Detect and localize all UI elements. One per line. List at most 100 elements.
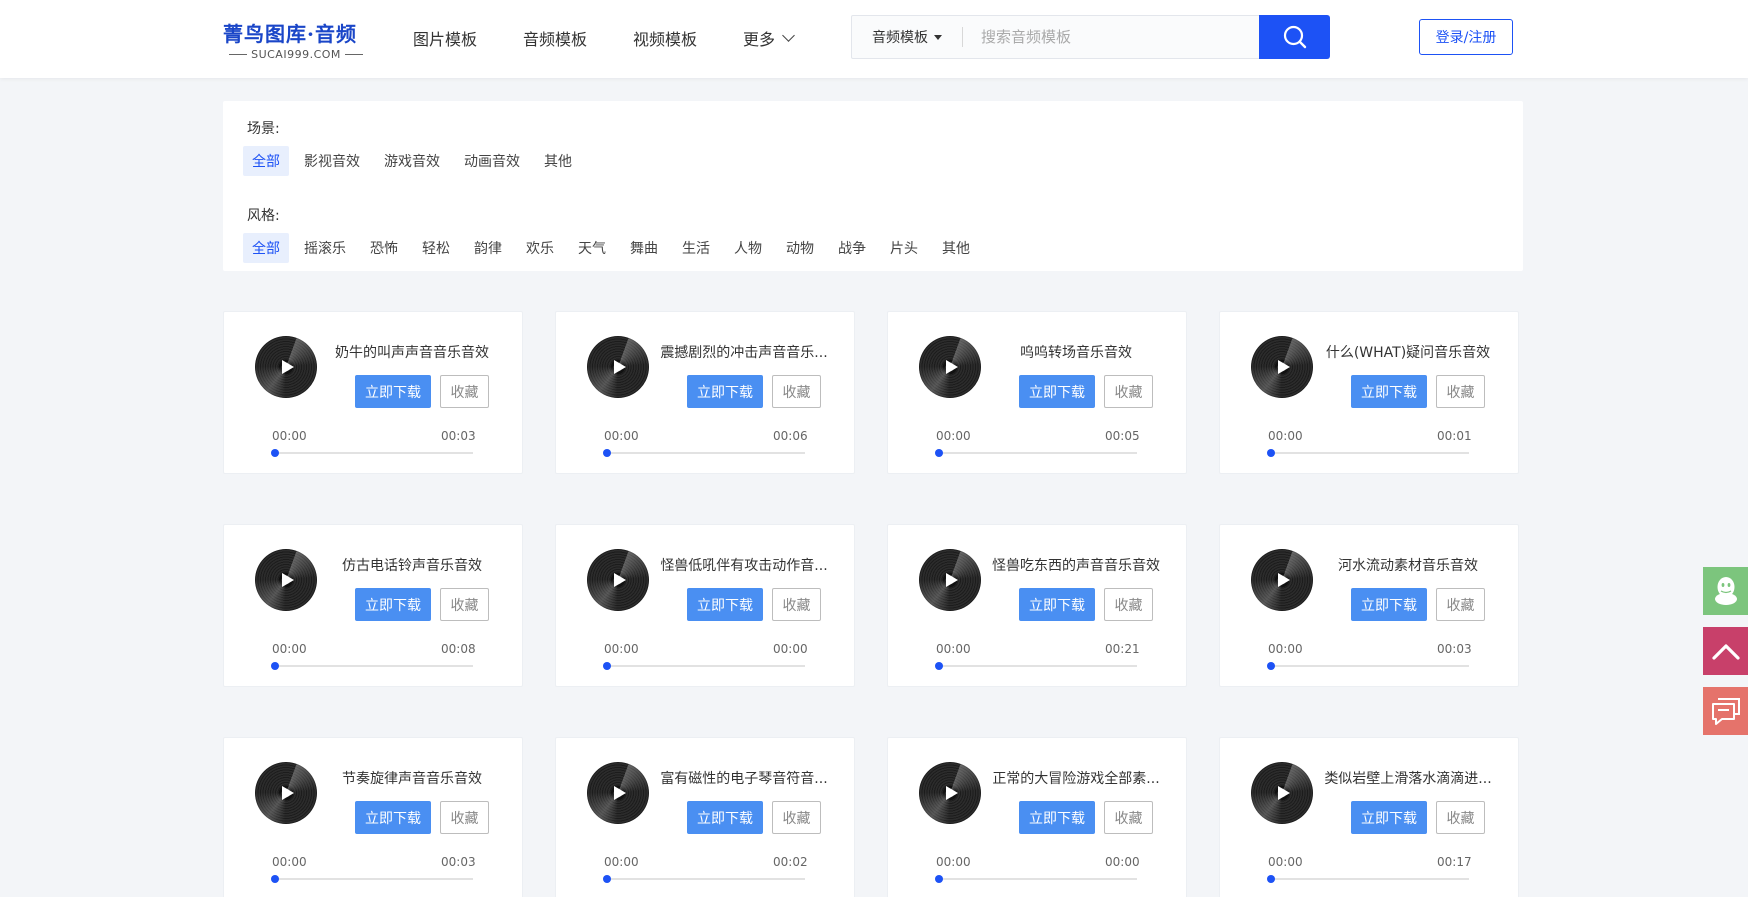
download-button[interactable]: 立即下载 — [1019, 801, 1095, 834]
style-tag-horror[interactable]: 恐怖 — [361, 233, 407, 263]
progress-knob[interactable] — [1267, 875, 1275, 883]
scene-tag-all[interactable]: 全部 — [243, 146, 289, 176]
progress-track[interactable] — [935, 662, 1137, 670]
audio-title[interactable]: 奶牛的叫声声音音乐音效 — [326, 342, 498, 362]
progress-knob[interactable] — [271, 875, 279, 883]
progress-track[interactable] — [603, 662, 805, 670]
progress-track[interactable] — [271, 449, 473, 457]
nav-more[interactable]: 更多 — [743, 26, 795, 50]
progress-knob[interactable] — [603, 449, 611, 457]
favorite-button[interactable]: 收藏 — [1436, 588, 1485, 621]
progress-track[interactable] — [1267, 449, 1469, 457]
progress-knob[interactable] — [1267, 449, 1275, 457]
download-button[interactable]: 立即下载 — [1351, 801, 1427, 834]
style-tag-relaxed[interactable]: 轻松 — [413, 233, 459, 263]
progress-knob[interactable] — [271, 662, 279, 670]
nav-video-templates[interactable]: 视频模板 — [633, 26, 697, 50]
download-button[interactable]: 立即下载 — [687, 801, 763, 834]
audio-title[interactable]: 正常的大冒险游戏全部素... — [990, 768, 1162, 788]
style-tag-war[interactable]: 战争 — [829, 233, 875, 263]
vinyl-play-button[interactable] — [255, 549, 317, 611]
download-button[interactable]: 立即下载 — [355, 588, 431, 621]
download-button[interactable]: 立即下载 — [1019, 375, 1095, 408]
vinyl-play-button[interactable] — [919, 762, 981, 824]
site-logo[interactable]: 菁鸟图库·音频 SUCAI999.COM — [223, 18, 369, 61]
download-button[interactable]: 立即下载 — [687, 588, 763, 621]
favorite-button[interactable]: 收藏 — [1104, 375, 1153, 408]
progress-track[interactable] — [271, 875, 473, 883]
vinyl-play-button[interactable] — [919, 336, 981, 398]
qq-contact-button[interactable] — [1703, 567, 1748, 615]
progress-knob[interactable] — [1267, 662, 1275, 670]
style-tag-rhythm[interactable]: 韵律 — [465, 233, 511, 263]
search-button[interactable] — [1259, 15, 1330, 59]
progress-knob[interactable] — [603, 875, 611, 883]
style-tag-intro[interactable]: 片头 — [881, 233, 927, 263]
style-tag-dance[interactable]: 舞曲 — [621, 233, 667, 263]
favorite-button[interactable]: 收藏 — [440, 801, 489, 834]
vinyl-play-button[interactable] — [919, 549, 981, 611]
progress-knob[interactable] — [935, 449, 943, 457]
favorite-button[interactable]: 收藏 — [772, 375, 821, 408]
favorite-button[interactable]: 收藏 — [1436, 801, 1485, 834]
audio-title[interactable]: 呜呜转场音乐音效 — [990, 342, 1162, 362]
style-tag-other[interactable]: 其他 — [933, 233, 979, 263]
progress-knob[interactable] — [271, 449, 279, 457]
audio-title[interactable]: 震撼剧烈的冲击声音音乐... — [658, 342, 830, 362]
login-register-button[interactable]: 登录/注册 — [1419, 19, 1513, 55]
search-type-select[interactable]: 音频模板 — [852, 16, 962, 58]
audio-title[interactable]: 富有磁性的电子琴音符音... — [658, 768, 830, 788]
vinyl-play-button[interactable] — [587, 336, 649, 398]
audio-title[interactable]: 类似岩壁上滑落水滴滴进... — [1322, 768, 1494, 788]
style-tag-life[interactable]: 生活 — [673, 233, 719, 263]
favorite-button[interactable]: 收藏 — [772, 588, 821, 621]
scene-tag-animation[interactable]: 动画音效 — [455, 146, 529, 176]
progress-track[interactable] — [603, 875, 805, 883]
progress-track[interactable] — [603, 449, 805, 457]
audio-title[interactable]: 什么(WHAT)疑问音乐音效 — [1322, 342, 1494, 362]
download-button[interactable]: 立即下载 — [1351, 375, 1427, 408]
audio-title[interactable]: 仿古电话铃声音乐音效 — [326, 555, 498, 575]
progress-knob[interactable] — [603, 662, 611, 670]
progress-knob[interactable] — [935, 875, 943, 883]
style-tag-joy[interactable]: 欢乐 — [517, 233, 563, 263]
back-to-top-button[interactable] — [1703, 627, 1748, 675]
vinyl-play-button[interactable] — [255, 762, 317, 824]
audio-title[interactable]: 河水流动素材音乐音效 — [1322, 555, 1494, 575]
download-button[interactable]: 立即下载 — [1351, 588, 1427, 621]
favorite-button[interactable]: 收藏 — [1104, 801, 1153, 834]
download-button[interactable]: 立即下载 — [1019, 588, 1095, 621]
vinyl-play-button[interactable] — [1251, 549, 1313, 611]
scene-tag-film[interactable]: 影视音效 — [295, 146, 369, 176]
audio-title[interactable]: 怪兽吃东西的声音音乐音效 — [990, 555, 1162, 575]
vinyl-play-button[interactable] — [255, 336, 317, 398]
style-tag-animals[interactable]: 动物 — [777, 233, 823, 263]
favorite-button[interactable]: 收藏 — [440, 375, 489, 408]
download-button[interactable]: 立即下载 — [355, 375, 431, 408]
download-button[interactable]: 立即下载 — [355, 801, 431, 834]
progress-track[interactable] — [1267, 875, 1469, 883]
progress-track[interactable] — [1267, 662, 1469, 670]
nav-audio-templates[interactable]: 音频模板 — [523, 26, 587, 50]
vinyl-play-button[interactable] — [1251, 336, 1313, 398]
style-tag-weather[interactable]: 天气 — [569, 233, 615, 263]
nav-image-templates[interactable]: 图片模板 — [413, 26, 477, 50]
feedback-button[interactable] — [1703, 687, 1748, 735]
style-tag-people[interactable]: 人物 — [725, 233, 771, 263]
audio-title[interactable]: 节奏旋律声音音乐音效 — [326, 768, 498, 788]
favorite-button[interactable]: 收藏 — [440, 588, 489, 621]
vinyl-play-button[interactable] — [587, 762, 649, 824]
scene-tag-other[interactable]: 其他 — [535, 146, 581, 176]
favorite-button[interactable]: 收藏 — [772, 801, 821, 834]
progress-track[interactable] — [935, 875, 1137, 883]
vinyl-play-button[interactable] — [1251, 762, 1313, 824]
download-button[interactable]: 立即下载 — [687, 375, 763, 408]
audio-title[interactable]: 怪兽低吼伴有攻击动作音... — [658, 555, 830, 575]
progress-knob[interactable] — [935, 662, 943, 670]
scene-tag-game[interactable]: 游戏音效 — [375, 146, 449, 176]
vinyl-play-button[interactable] — [587, 549, 649, 611]
progress-track[interactable] — [935, 449, 1137, 457]
style-tag-rock[interactable]: 摇滚乐 — [295, 233, 355, 263]
favorite-button[interactable]: 收藏 — [1436, 375, 1485, 408]
style-tag-all[interactable]: 全部 — [243, 233, 289, 263]
